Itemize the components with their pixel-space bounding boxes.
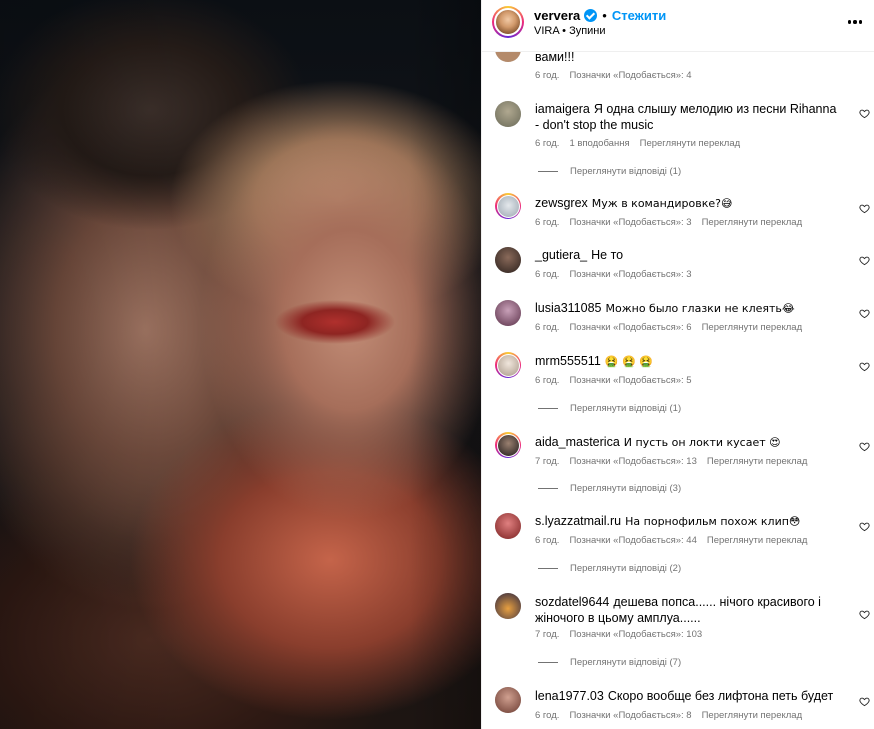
comment-likes[interactable]: Позначки «Подобається»: 103 bbox=[569, 629, 702, 640]
author-line: ververa • Стежити bbox=[534, 7, 666, 23]
avatar[interactable] bbox=[495, 193, 521, 219]
comment-meta: 6 год. Позначки «Подобається»: 6 Перегля… bbox=[535, 322, 802, 333]
translate-link[interactable]: Переглянути переклад bbox=[702, 322, 803, 333]
comment-time[interactable]: 7 год. bbox=[535, 629, 559, 640]
comments-panel: вами!!! 6 год. Позначки «Подобається»: 4… bbox=[481, 0, 874, 729]
translate-link[interactable]: Переглянути переклад bbox=[707, 456, 808, 467]
view-replies-button[interactable]: Переглянути відповіді (1) bbox=[538, 166, 681, 177]
translate-link[interactable]: Переглянути переклад bbox=[640, 138, 741, 149]
comment-meta: 6 год. Позначки «Подобається»: 3 Перегля… bbox=[535, 217, 802, 228]
translate-link[interactable]: Переглянути переклад bbox=[702, 217, 803, 228]
verified-badge-icon bbox=[584, 8, 598, 22]
comment-meta: 6 год. Позначки «Подобається»: 8 Перегля… bbox=[535, 710, 802, 721]
separator-dot: • bbox=[602, 7, 607, 23]
comment-meta: 6 год. Позначки «Подобається»: 4 bbox=[535, 70, 692, 81]
comment-text: lena1977.03 Скоро вообще без лифтона петь… bbox=[535, 689, 834, 703]
heart-outline-icon[interactable] bbox=[859, 203, 870, 214]
follow-button[interactable]: Стежити bbox=[612, 8, 666, 23]
comment-likes[interactable]: Позначки «Подобається»: 3 bbox=[569, 269, 691, 280]
comment-username[interactable]: _gutiera_ bbox=[535, 248, 587, 262]
comment-meta: 7 год. Позначки «Подобається»: 13 Перегл… bbox=[535, 456, 807, 467]
replies-divider bbox=[538, 662, 558, 663]
comment-text: iamaigera Я одна слышу мелодию из песни R… bbox=[535, 102, 837, 132]
author-avatar[interactable] bbox=[492, 6, 524, 38]
comment-text: zewsgrex Муж в командировке?😅 bbox=[535, 196, 733, 210]
author-username[interactable]: ververa bbox=[534, 8, 580, 23]
translate-link[interactable]: Переглянути переклад bbox=[707, 535, 808, 546]
audio-line[interactable]: VIRA • Зупини bbox=[534, 25, 606, 37]
avatar[interactable] bbox=[495, 352, 521, 378]
comment-username[interactable]: s.lyazzatmail.ru bbox=[535, 514, 621, 528]
comment-meta: 6 год. Позначки «Подобається»: 5 bbox=[535, 375, 692, 386]
post-video[interactable] bbox=[0, 0, 481, 729]
comment-likes[interactable]: Позначки «Подобається»: 13 bbox=[569, 456, 696, 467]
comment-username[interactable]: iamaigera bbox=[535, 102, 590, 116]
comment-time[interactable]: 7 год. bbox=[535, 456, 559, 467]
comment-time[interactable]: 6 год. bbox=[535, 535, 559, 546]
replies-divider bbox=[538, 568, 558, 569]
view-replies-button[interactable]: Переглянути відповіді (2) bbox=[538, 563, 681, 574]
heart-outline-icon[interactable] bbox=[859, 255, 870, 266]
avatar[interactable] bbox=[495, 247, 521, 273]
comment-username[interactable]: aida_masterica bbox=[535, 435, 620, 449]
comment-time[interactable]: 6 год. bbox=[535, 269, 559, 280]
heart-outline-icon[interactable] bbox=[859, 441, 870, 452]
heart-outline-icon[interactable] bbox=[859, 521, 870, 532]
comment-likes[interactable]: Позначки «Подобається»: 4 bbox=[569, 70, 691, 81]
comment-text: _gutiera_ Не то bbox=[535, 248, 624, 262]
comment-likes[interactable]: Позначки «Подобається»: 5 bbox=[569, 375, 691, 386]
comment-text: s.lyazzatmail.ru На порнофильм похож клип… bbox=[535, 514, 801, 528]
comment-meta: 6 год. Позначки «Подобається»: 44 Перегл… bbox=[535, 535, 807, 546]
view-replies-button[interactable]: Переглянути відповіді (1) bbox=[538, 403, 681, 414]
comment-likes[interactable]: 1 вподобання bbox=[569, 138, 629, 149]
audio-artist: VIRA bbox=[534, 25, 560, 37]
replies-divider bbox=[538, 488, 558, 489]
heart-outline-icon[interactable] bbox=[859, 696, 870, 707]
comment-username[interactable]: mrm555511 bbox=[535, 354, 601, 368]
avatar[interactable] bbox=[495, 101, 521, 127]
translate-link[interactable]: Переглянути переклад bbox=[702, 710, 803, 721]
avatar[interactable] bbox=[495, 300, 521, 326]
comment-meta: 7 год. Позначки «Подобається»: 103 bbox=[535, 629, 702, 640]
comment-text: mrm555511 🤮 🤮 🤮 bbox=[535, 354, 653, 368]
comment-meta: 6 год. Позначки «Подобається»: 3 bbox=[535, 269, 692, 280]
comment-time[interactable]: 6 год. bbox=[535, 710, 559, 721]
avatar[interactable] bbox=[495, 593, 521, 619]
comment-likes[interactable]: Позначки «Подобається»: 8 bbox=[569, 710, 691, 721]
comment-likes[interactable]: Позначки «Подобається»: 6 bbox=[569, 322, 691, 333]
comment-username[interactable]: lena1977.03 bbox=[535, 689, 604, 703]
avatar[interactable] bbox=[495, 687, 521, 713]
heart-outline-icon[interactable] bbox=[859, 308, 870, 319]
heart-outline-icon[interactable] bbox=[859, 108, 870, 119]
view-replies-button[interactable]: Переглянути відповіді (7) bbox=[538, 657, 681, 668]
comment-username[interactable]: zewsgrex bbox=[535, 196, 588, 210]
avatar[interactable] bbox=[495, 432, 521, 458]
comment-text: lusia311085 Можно было глазки не клеять😂 bbox=[535, 301, 795, 315]
post-header: ververa • Стежити VIRA • Зупини bbox=[482, 0, 874, 52]
comment-time[interactable]: 6 год. bbox=[535, 138, 559, 149]
comment-text: sozdatel9644 дешева попса...... нічого кр… bbox=[535, 595, 821, 625]
comment-likes[interactable]: Позначки «Подобається»: 3 bbox=[569, 217, 691, 228]
comment-likes[interactable]: Позначки «Подобається»: 44 bbox=[569, 535, 696, 546]
more-horizontal-icon[interactable] bbox=[845, 12, 865, 32]
comment-time[interactable]: 6 год. bbox=[535, 217, 559, 228]
replies-divider bbox=[538, 408, 558, 409]
replies-divider bbox=[538, 171, 558, 172]
comment-time[interactable]: 6 год. bbox=[535, 70, 559, 81]
comment-time[interactable]: 6 год. bbox=[535, 322, 559, 333]
view-replies-button[interactable]: Переглянути відповіді (3) bbox=[538, 483, 681, 494]
comment-username[interactable]: sozdatel9644 bbox=[535, 595, 609, 609]
heart-outline-icon[interactable] bbox=[859, 361, 870, 372]
comment-text: aida_masterica И пусть он локти кусает 😍 bbox=[535, 435, 781, 449]
avatar[interactable] bbox=[495, 513, 521, 539]
audio-track: Зупини bbox=[569, 25, 606, 37]
comment-meta: 6 год. 1 вподобання Переглянути переклад bbox=[535, 138, 740, 149]
heart-outline-icon[interactable] bbox=[859, 609, 870, 620]
comment-time[interactable]: 6 год. bbox=[535, 375, 559, 386]
comment-username[interactable]: lusia311085 bbox=[535, 301, 602, 315]
